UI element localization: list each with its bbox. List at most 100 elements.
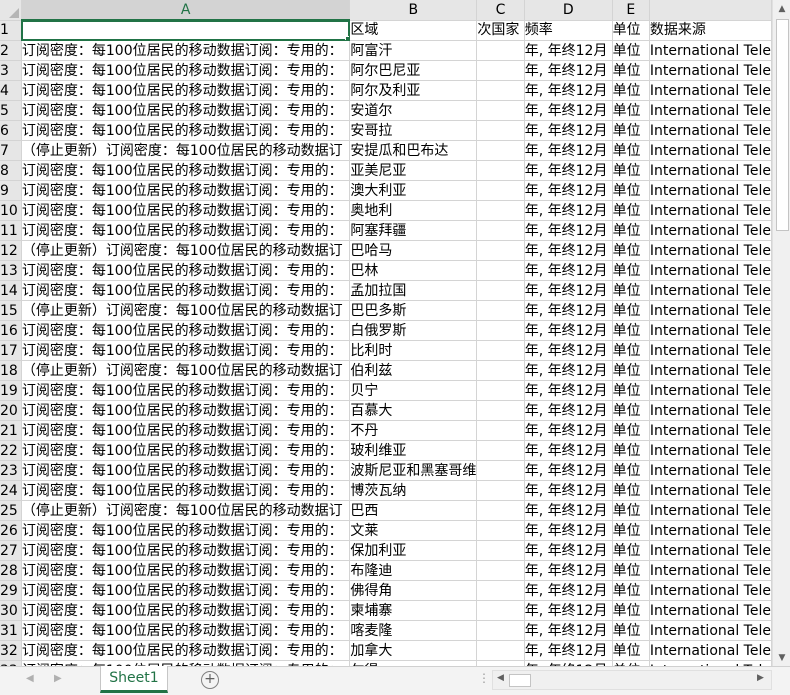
- horizontal-scroll-thumb[interactable]: [509, 674, 531, 687]
- cell-subnational[interactable]: [476, 360, 525, 381]
- cell-source[interactable]: International Tele: [649, 540, 772, 561]
- cell-region[interactable]: 比利时: [349, 340, 478, 361]
- cell-region[interactable]: 博茨瓦纳: [349, 480, 478, 501]
- cell-frequency[interactable]: 年, 年终12月: [524, 380, 613, 401]
- cell-frequency[interactable]: 年, 年终12月: [524, 500, 613, 521]
- cell-indicator[interactable]: 订阅密度：每100位居民的移动数据订阅：专用的：: [21, 640, 351, 661]
- row-header[interactable]: 31: [0, 620, 22, 641]
- cell-region[interactable]: 奥地利: [349, 200, 478, 221]
- cell-source[interactable]: International Tele: [649, 340, 772, 361]
- cell-indicator[interactable]: 订阅密度：每100位居民的移动数据订阅：专用的：: [21, 260, 351, 281]
- spreadsheet-grid[interactable]: A B C D E 1 区域 次国家 频率 单位 数据来源 2 订阅密度：每100…: [0, 0, 772, 666]
- cell-region[interactable]: 柬埔寨: [349, 600, 478, 621]
- cell-unit[interactable]: 单位: [612, 580, 650, 601]
- cell-subnational[interactable]: [476, 620, 525, 641]
- cell-indicator[interactable]: 订阅密度：每100位居民的移动数据订阅：专用的：: [21, 280, 351, 301]
- cell-subnational[interactable]: [476, 280, 525, 301]
- cell-source[interactable]: International Tele: [649, 500, 772, 521]
- cell-frequency[interactable]: 年, 年终12月: [524, 220, 613, 241]
- row-header[interactable]: 28: [0, 560, 22, 581]
- cell-frequency[interactable]: 年, 年终12月: [524, 80, 613, 101]
- cell-source[interactable]: International Tele: [649, 300, 772, 321]
- cell-subnational[interactable]: [476, 520, 525, 541]
- sheet-next-icon[interactable]: ▶: [54, 673, 62, 684]
- cell-unit[interactable]: 单位: [612, 460, 650, 481]
- row-header[interactable]: 11: [0, 220, 22, 241]
- cell-source[interactable]: International Tele: [649, 640, 772, 661]
- row-header[interactable]: 4: [0, 80, 22, 101]
- cell-subnational[interactable]: [476, 260, 525, 281]
- scroll-up-icon[interactable]: ▲: [773, 0, 790, 17]
- cell-indicator[interactable]: （停止更新）订阅密度：每100位居民的移动数据订: [21, 360, 351, 381]
- cell-indicator[interactable]: 订阅密度：每100位居民的移动数据订阅：专用的：: [21, 420, 351, 441]
- cell-subnational[interactable]: [476, 100, 525, 121]
- cell-subnational[interactable]: [476, 400, 525, 421]
- cell-region[interactable]: 保加利亚: [349, 540, 478, 561]
- cell-unit[interactable]: 单位: [612, 80, 650, 101]
- cell-indicator[interactable]: 订阅密度：每100位居民的移动数据订阅：专用的：: [21, 400, 351, 421]
- cell-frequency[interactable]: 年, 年终12月: [524, 560, 613, 581]
- header-cell-subnational[interactable]: 次国家: [476, 20, 525, 41]
- cell-source[interactable]: International Tele: [649, 520, 772, 541]
- tab-sheet1[interactable]: Sheet1: [100, 666, 168, 693]
- cell-region[interactable]: 喀麦隆: [349, 620, 478, 641]
- cell-unit[interactable]: 单位: [612, 120, 650, 141]
- cell-frequency[interactable]: 年, 年终12月: [524, 200, 613, 221]
- cell-frequency[interactable]: 年, 年终12月: [524, 600, 613, 621]
- cell-indicator[interactable]: （停止更新）订阅密度：每100位居民的移动数据订: [21, 140, 351, 161]
- row-header[interactable]: 8: [0, 160, 22, 181]
- sheet-prev-icon[interactable]: ◀: [26, 673, 34, 684]
- cell-unit[interactable]: 单位: [612, 380, 650, 401]
- cell-unit[interactable]: 单位: [612, 600, 650, 621]
- column-header-d[interactable]: D: [524, 0, 613, 21]
- cell-region[interactable]: 安道尔: [349, 100, 478, 121]
- cell-unit[interactable]: 单位: [612, 400, 650, 421]
- cell-source[interactable]: International Tele: [649, 580, 772, 601]
- row-header[interactable]: 10: [0, 200, 22, 221]
- cell-region[interactable]: 巴巴多斯: [349, 300, 478, 321]
- cell-frequency[interactable]: 年, 年终12月: [524, 520, 613, 541]
- header-cell-frequency[interactable]: 频率: [524, 20, 613, 41]
- cell-subnational[interactable]: [476, 480, 525, 501]
- cell-a1[interactable]: [21, 20, 351, 41]
- cell-source[interactable]: International Tele: [649, 360, 772, 381]
- cell-region[interactable]: 加拿大: [349, 640, 478, 661]
- row-header[interactable]: 30: [0, 600, 22, 621]
- cell-source[interactable]: International Tele: [649, 100, 772, 121]
- cell-frequency[interactable]: 年, 年终12月: [524, 160, 613, 181]
- horizontal-scrollbar[interactable]: ◀ ▶: [492, 670, 772, 690]
- row-header[interactable]: 23: [0, 460, 22, 481]
- cell-unit[interactable]: 单位: [612, 180, 650, 201]
- row-header[interactable]: 15: [0, 300, 22, 321]
- cell-frequency[interactable]: 年, 年终12月: [524, 300, 613, 321]
- cell-source[interactable]: International Tele: [649, 280, 772, 301]
- vertical-scrollbar[interactable]: ▲ ▼: [772, 0, 790, 666]
- cell-frequency[interactable]: 年, 年终12月: [524, 480, 613, 501]
- cell-source[interactable]: International Tele: [649, 220, 772, 241]
- cell-region[interactable]: 白俄罗斯: [349, 320, 478, 341]
- cell-source[interactable]: International Tele: [649, 260, 772, 281]
- scroll-right-icon[interactable]: ▶: [757, 673, 764, 683]
- row-header[interactable]: 2: [0, 40, 22, 61]
- cell-source[interactable]: International Tele: [649, 240, 772, 261]
- cell-source[interactable]: International Tele: [649, 180, 772, 201]
- cell-frequency[interactable]: 年, 年终12月: [524, 640, 613, 661]
- row-header[interactable]: 12: [0, 240, 22, 261]
- cell-subnational[interactable]: [476, 320, 525, 341]
- column-header-f[interactable]: [649, 0, 772, 21]
- cell-frequency[interactable]: 年, 年终12月: [524, 580, 613, 601]
- cell-unit[interactable]: 单位: [612, 140, 650, 161]
- column-header-b[interactable]: B: [349, 0, 478, 21]
- cell-unit[interactable]: 单位: [612, 60, 650, 81]
- cell-region[interactable]: 巴西: [349, 500, 478, 521]
- cell-unit[interactable]: 单位: [612, 540, 650, 561]
- cell-indicator[interactable]: 订阅密度：每100位居民的移动数据订阅：专用的：: [21, 560, 351, 581]
- cell-indicator[interactable]: 订阅密度：每100位居民的移动数据订阅：专用的：: [21, 380, 351, 401]
- row-header[interactable]: 5: [0, 100, 22, 121]
- cell-region[interactable]: 波斯尼亚和黑塞哥维: [349, 460, 478, 481]
- cell-region[interactable]: 布隆迪: [349, 560, 478, 581]
- cell-region[interactable]: 百慕大: [349, 400, 478, 421]
- cell-region[interactable]: 阿尔巴尼亚: [349, 60, 478, 81]
- cell-region[interactable]: 伯利兹: [349, 360, 478, 381]
- cell-subnational[interactable]: [476, 500, 525, 521]
